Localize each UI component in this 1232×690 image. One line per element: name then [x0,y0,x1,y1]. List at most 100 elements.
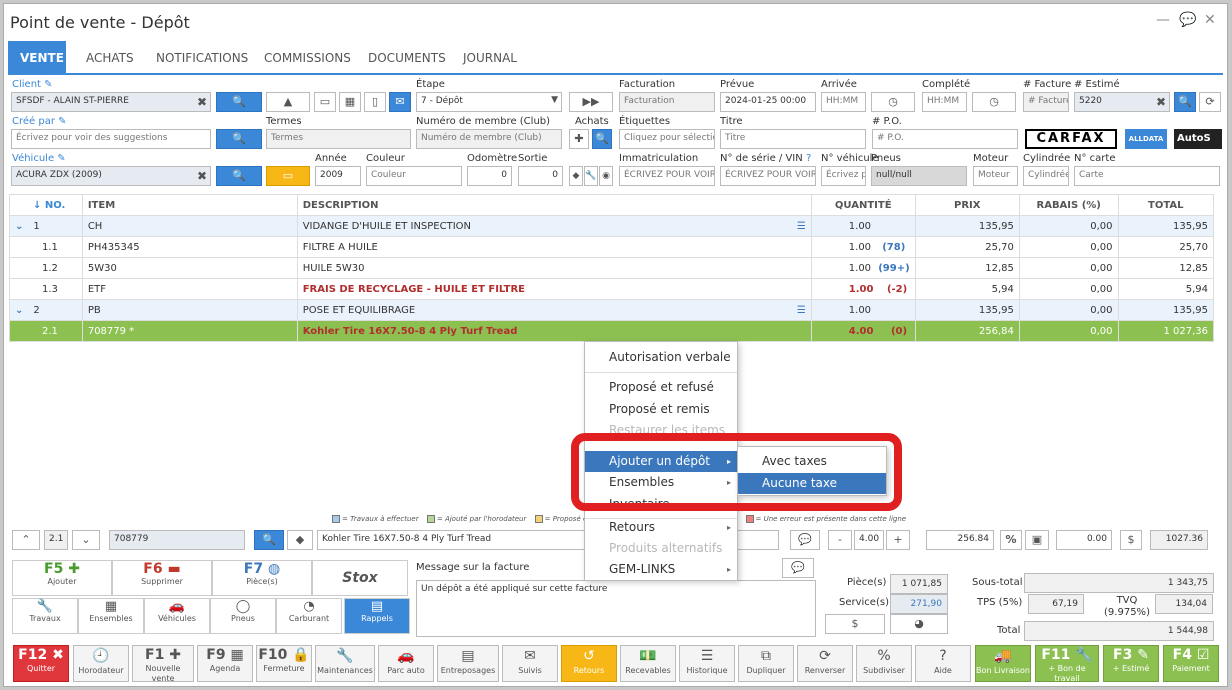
vehicule-label[interactable]: Véhicule ✎ [12,153,66,164]
refresh-icon[interactable]: ⟳ [1199,92,1221,112]
menu-item-propose-refuse[interactable]: Proposé et refusé [585,377,737,398]
col-total[interactable]: TOTAL [1117,194,1215,216]
vehicule-field[interactable]: ACURA ZDX (2009) ✖ [11,166,211,186]
travaux-button[interactable]: 🔧 Travaux [12,598,78,634]
facturation-input[interactable]: Facturation [619,92,715,112]
list-icon[interactable]: ☰ [797,221,806,232]
table-row-selected[interactable]: 2.1 708779 * Kohler Tire 16X7.50-8 4 Ply… [9,320,1215,342]
search-icon[interactable]: 🔍 [254,530,284,550]
prevue-input[interactable]: 2024-01-25 00:00 [720,92,816,112]
historique-button[interactable]: ☰ Historique [679,645,735,682]
clear-icon[interactable]: ✖ [197,169,207,183]
carte-input[interactable]: Carte [1074,166,1220,186]
paiement-button[interactable]: F4 ☑ Paiement [1163,645,1219,682]
chat-icon[interactable]: 💬 [1179,12,1196,28]
search-icon[interactable]: 🔍 [592,129,612,149]
sortie-input[interactable]: 0 [518,166,563,186]
dollar-icon[interactable]: $ [1120,530,1142,550]
percent-icon[interactable]: % [1000,530,1022,550]
dupliquer-button[interactable]: ⧉ Dupliquer [738,645,794,682]
autos-logo[interactable]: AutoS [1174,129,1222,149]
client-label[interactable]: Client ✎ [12,79,53,90]
col-rabais[interactable]: RABAIS (%) [1018,194,1119,216]
agenda-button[interactable]: F9 ▦ Agenda [197,645,253,682]
etape-select[interactable]: 7 - Dépôt ▼ [416,92,562,112]
note-icon[interactable]: ▭ [314,92,336,112]
estime-input[interactable]: 5220 ✖ [1074,92,1170,112]
stox-button[interactable]: Stox [312,560,408,596]
recevables-button[interactable]: 💵 Recevables [620,645,676,682]
tab-journal[interactable]: JOURNAL [451,41,529,75]
col-quantite[interactable]: QUANTITÉ [810,194,916,216]
etiquettes-input[interactable]: Cliquez pour sélection [619,129,715,149]
fermeture-button[interactable]: F10 🔒 Fermeture [256,645,312,682]
nouvelle-vente-button[interactable]: F1 ✚ Nouvelle vente [132,645,194,682]
col-description[interactable]: DESCRIPTION [296,194,812,216]
entreposages-button[interactable]: ▤ Entreposages [437,645,499,682]
horodateur-button[interactable]: 🕘 Horodateur [73,645,129,682]
col-prix[interactable]: PRIX [914,194,1020,216]
facture-input[interactable]: # Facture [1023,92,1069,112]
add-icon[interactable]: ✚ [569,129,589,149]
item-input[interactable]: 708779 [109,530,245,550]
complete-input[interactable]: HH:MM [922,92,967,112]
maintenances-button[interactable]: 🔧 Maintenances [315,645,375,682]
tab-vente[interactable]: VENTE [8,41,66,75]
note-icon[interactable]: ▭ [266,166,310,186]
nveh-input[interactable]: Écrivez p [821,166,866,186]
fast-forward-icon[interactable]: ▶▶ [569,92,613,112]
tag-icon[interactable]: ◆ [287,530,313,550]
tab-documents[interactable]: DOCUMENTS [356,41,458,75]
suivis-button[interactable]: ✉ Suivis [502,645,558,682]
menu-item-retours[interactable]: Retours ▸ [585,517,737,538]
titre-input[interactable]: Titre [720,129,866,149]
clear-icon[interactable]: ✖ [197,95,207,109]
vin-input[interactable]: ÉCRIVEZ POUR VOIR L [720,166,816,186]
table-row[interactable]: ⌄ 1 CH VIDANGE D'HUILE ET INSPECTION ☰ 1.0… [9,215,1215,237]
table-row[interactable]: ⌄ 2 PB POSE ET EQUILIBRAGE ☰ 1.00 135,95 0… [9,299,1215,321]
membre-input[interactable]: Numéro de membre (Club) [416,129,562,149]
renverser-button[interactable]: ⟳ Renverser [797,645,853,682]
po-input[interactable]: # P.O. [872,129,1018,149]
bon-livraison-button[interactable]: 🚚 Bon Livraison [975,645,1031,682]
carfax-logo[interactable]: CARFAX [1025,129,1117,149]
menu-item-autorisation-verbale[interactable]: Autorisation verbale [585,347,737,368]
alldata-logo[interactable]: ALLDATA [1125,129,1167,149]
ensembles-button[interactable]: ▦ Ensembles [78,598,144,634]
quitter-button[interactable]: F12 ✖ Quitter [13,645,69,682]
email-icon[interactable]: ✉ [389,92,411,112]
comment-icon[interactable]: 💬 [782,558,814,578]
table-row[interactable]: 1.2 5W30 HUILE 5W30 1.00 (99+) 12,85 0,0… [9,257,1215,279]
client-field[interactable]: SFSDF - ALAIN ST-PIERRE ✖ [11,92,211,112]
increment-button[interactable]: + [886,530,910,550]
chevron-down-icon[interactable]: ⌄ [15,221,23,232]
table-row[interactable]: 1.3 ETF FRAIS DE RECYCLAGE - HUILE ET FI… [9,278,1215,300]
col-item[interactable]: ITEM [81,194,298,216]
chevron-up-icon[interactable]: ⌃ [12,530,40,550]
vehicule-search-button[interactable]: 🔍 [216,166,262,186]
retours-button[interactable]: ↺ Retours [561,645,617,682]
menu-item-gem-links[interactable]: GEM-LINKS ▸ [585,559,737,580]
calendar-icon[interactable]: ▦ [339,92,361,112]
clear-icon[interactable]: ✖ [1156,95,1166,109]
decrement-button[interactable]: - [828,530,852,550]
col-no[interactable]: ↓ NO. [9,194,83,216]
price-input[interactable]: 256.84 [926,530,994,550]
menu-item-propose-remis[interactable]: Proposé et remis [585,399,737,420]
wrench-icon[interactable]: 🔧 [584,166,598,186]
rappels-button[interactable]: ▤ Rappels [344,598,410,634]
tab-achats[interactable]: ACHATS [74,41,146,75]
client-search-button[interactable]: 🔍 [216,92,262,112]
termes-input[interactable]: Termes [266,129,411,149]
cree-search-button[interactable]: 🔍 [216,129,262,149]
dollar-icon[interactable]: $ [825,614,885,634]
close-icon[interactable]: ✕ [1204,12,1216,28]
mobile-icon[interactable]: ▯ [364,92,386,112]
list-icon[interactable]: ☰ [797,305,806,316]
odometre-input[interactable]: 0 [467,166,512,186]
minimize-icon[interactable]: — [1156,12,1170,28]
tab-commissions[interactable]: COMMISSIONS [252,41,363,75]
pie-chart-icon[interactable]: ◕ [890,614,948,634]
supprimer-button[interactable]: F6 ▬ Supprimer [112,560,212,596]
estime-button[interactable]: F3 ✎ + Estimé [1103,645,1159,682]
